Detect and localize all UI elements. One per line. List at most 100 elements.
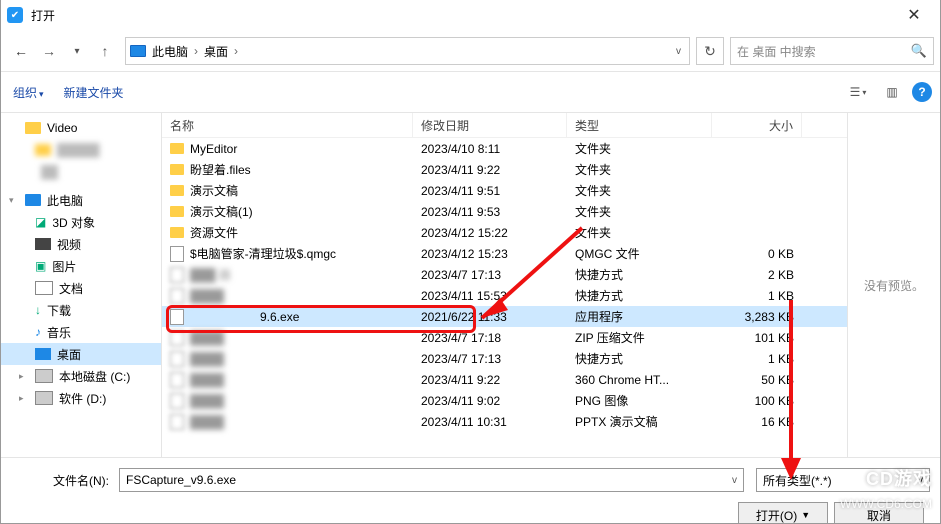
- window-title: 打开: [31, 7, 894, 24]
- annotation-arrow-icon: [761, 300, 831, 490]
- file-type: 文件夹: [567, 182, 712, 199]
- filename-input[interactable]: FSCapture_v9.6.exev: [119, 468, 744, 492]
- file-date: 2023/4/11 9:22: [413, 373, 567, 387]
- path-box[interactable]: 此电脑 › 桌面 › v: [125, 37, 690, 65]
- search-placeholder: 在 桌面 中搜索: [737, 43, 816, 60]
- annotation-arrow-icon: [462, 228, 592, 348]
- file-date: 2023/4/11 9:22: [413, 163, 567, 177]
- app-icon: ✔: [7, 7, 23, 23]
- watermark: CD游戏: [866, 465, 932, 491]
- organize-menu[interactable]: 组织▾: [9, 82, 48, 103]
- file-row[interactable]: ████2023/4/11 9:22360 Chrome HT...50 KB: [162, 369, 847, 390]
- filename-label: 文件名(N):: [11, 472, 113, 489]
- sidebar: Video █████ ██ ▾此电脑 ◪3D 对象 视频 ▣图片 文档: [1, 113, 162, 457]
- file-date: 2023/4/7 17:13: [413, 352, 567, 366]
- file-date: 2023/4/11 9:02: [413, 394, 567, 408]
- search-input[interactable]: 在 桌面 中搜索 🔍: [730, 37, 934, 65]
- file-name: ███ 器: [190, 266, 231, 283]
- file-name: $电脑管家-清理垃圾$.qmgc: [190, 245, 336, 262]
- preview-text: 没有预览。: [864, 277, 924, 294]
- view-list-icon[interactable]: ☰▾: [844, 80, 872, 104]
- help-icon[interactable]: ?: [912, 82, 932, 102]
- file-icon: [170, 393, 184, 409]
- file-row[interactable]: 盼望着.files 2023/4/11 9:22文件夹: [162, 159, 847, 180]
- file-icon: [170, 372, 184, 388]
- breadcrumb[interactable]: 此电脑 › 桌面 ›: [152, 43, 242, 60]
- file-type: 文件夹: [567, 161, 712, 178]
- file-row[interactable]: ████2023/4/7 17:13快捷方式1 KB: [162, 348, 847, 369]
- file-icon: [170, 414, 184, 430]
- new-folder-button[interactable]: 新建文件夹: [60, 82, 128, 103]
- file-size: 2 KB: [712, 268, 802, 282]
- view-preview-icon[interactable]: ▥: [878, 80, 906, 104]
- file-name: 演示文稿: [190, 182, 238, 199]
- sidebar-item-blur[interactable]: ██: [1, 161, 161, 183]
- path-dropdown[interactable]: v: [672, 46, 685, 57]
- column-header-type[interactable]: 类型: [567, 113, 712, 137]
- breadcrumb-leaf[interactable]: 桌面: [204, 43, 228, 60]
- file-icon: [170, 246, 184, 262]
- search-icon: 🔍: [911, 43, 927, 59]
- file-icon: [170, 351, 184, 367]
- file-name: 盼望着.files: [190, 161, 251, 178]
- sidebar-item-3d[interactable]: ◪3D 对象: [1, 211, 161, 233]
- recent-dropdown[interactable]: ▾: [63, 37, 91, 65]
- file-row[interactable]: 演示文稿2023/4/11 9:51文件夹: [162, 180, 847, 201]
- chevron-right-icon: ›: [194, 44, 198, 58]
- open-button[interactable]: 打开(O)▼: [738, 502, 828, 524]
- sidebar-item-video[interactable]: Video: [1, 117, 161, 139]
- file-row[interactable]: MyEditor 2023/4/10 8:11文件夹: [162, 138, 847, 159]
- column-header-date[interactable]: 修改日期: [413, 113, 567, 137]
- file-date: 2023/4/11 10:31: [413, 415, 567, 429]
- close-button[interactable]: ✕: [894, 5, 934, 25]
- file-name: 资源文件: [190, 224, 238, 241]
- sidebar-item-blur[interactable]: █████: [1, 139, 161, 161]
- column-header-name[interactable]: 名称: [162, 113, 413, 137]
- folder-icon: [170, 227, 184, 238]
- back-button[interactable]: ←: [7, 37, 35, 65]
- file-size: 0 KB: [712, 247, 802, 261]
- file-type: 快捷方式: [567, 350, 712, 367]
- sidebar-item-documents[interactable]: 文档: [1, 277, 161, 299]
- file-name: ████: [190, 415, 224, 429]
- up-button[interactable]: ↑: [91, 37, 119, 65]
- file-date: 2023/4/11 9:53: [413, 205, 567, 219]
- breadcrumb-root[interactable]: 此电脑: [152, 43, 188, 60]
- file-date: 2023/4/10 8:11: [413, 142, 567, 156]
- folder-icon: [170, 206, 184, 217]
- folder-icon: [170, 185, 184, 196]
- file-row[interactable]: ████2023/4/11 10:31PPTX 演示文稿16 KB: [162, 411, 847, 432]
- sidebar-item-pictures[interactable]: ▣图片: [1, 255, 161, 277]
- sidebar-item-downloads[interactable]: ↓下载: [1, 299, 161, 321]
- file-name: MyEditor: [190, 142, 237, 156]
- file-icon: [170, 288, 184, 304]
- sidebar-item-disk-d[interactable]: ▸软件 (D:): [1, 387, 161, 409]
- file-name: ████: [190, 373, 224, 387]
- file-list: 名称 修改日期 类型 大小 MyEditor2023/4/10 8:11文件夹盼…: [162, 113, 847, 457]
- preview-pane: 没有预览。: [847, 113, 940, 457]
- forward-button[interactable]: →: [35, 37, 63, 65]
- file-name: ████: [190, 289, 224, 303]
- file-icon: [170, 267, 184, 283]
- sidebar-item-desktop[interactable]: 桌面: [1, 343, 161, 365]
- sidebar-item-this-pc[interactable]: ▾此电脑: [1, 189, 161, 211]
- file-type: 文件夹: [567, 203, 712, 220]
- file-name: ████: [190, 394, 224, 408]
- file-name: ████: [190, 331, 224, 345]
- refresh-button[interactable]: ↻: [696, 37, 724, 65]
- sidebar-item-videos[interactable]: 视频: [1, 233, 161, 255]
- pc-icon: [130, 45, 146, 57]
- file-row[interactable]: 演示文稿(1) 2023/4/11 9:53文件夹: [162, 201, 847, 222]
- sidebar-item-music[interactable]: ♪音乐: [1, 321, 161, 343]
- file-row[interactable]: ████2023/4/11 9:02PNG 图像100 KB: [162, 390, 847, 411]
- folder-icon: [170, 143, 184, 154]
- file-type: PNG 图像: [567, 392, 712, 409]
- file-icon: [170, 330, 184, 346]
- file-name: 演示文稿(1): [190, 203, 253, 220]
- chevron-right-icon: ›: [234, 44, 238, 58]
- column-header-size[interactable]: 大小: [712, 113, 802, 137]
- file-name: ████: [190, 352, 224, 366]
- sidebar-item-disk-c[interactable]: ▸本地磁盘 (C:): [1, 365, 161, 387]
- file-type: 文件夹: [567, 140, 712, 157]
- folder-icon: [170, 164, 184, 175]
